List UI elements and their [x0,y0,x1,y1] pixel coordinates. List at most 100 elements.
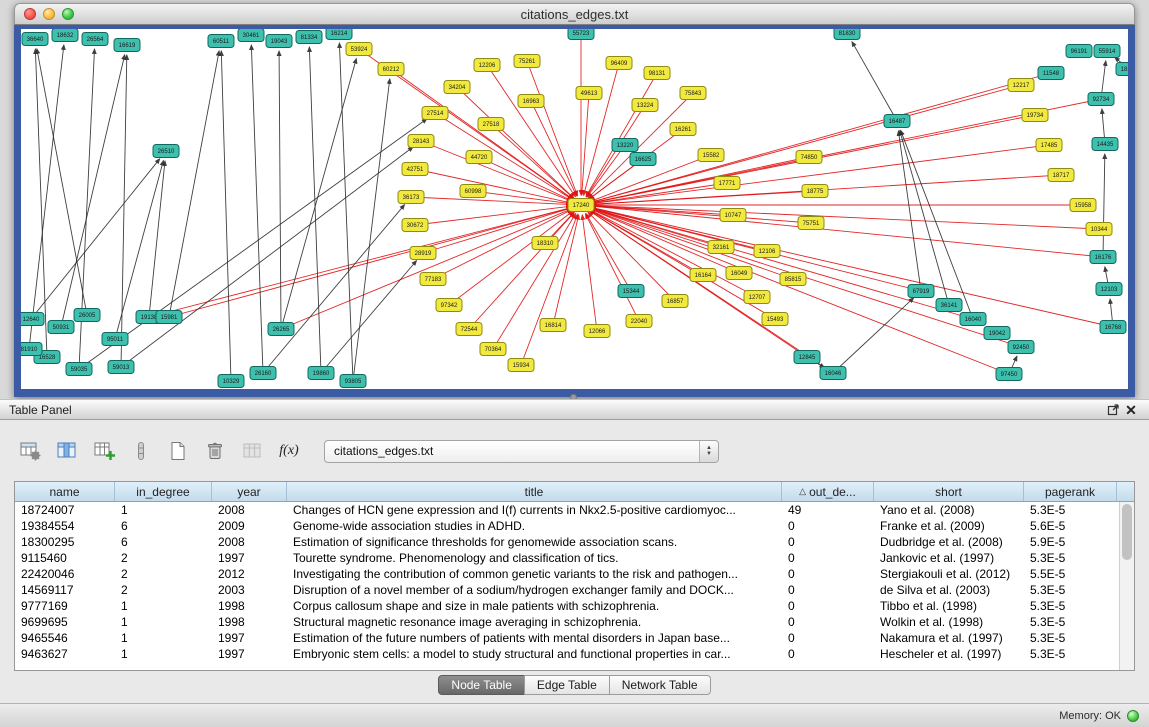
table-selector-dropdown[interactable]: citations_edges.txt ▲▼ [324,440,719,463]
graph-node[interactable]: 19860 [308,367,334,380]
graph-node[interactable]: 36141 [936,299,962,312]
graph-node[interactable]: 17240 [568,199,594,212]
table-row[interactable]: 977716911998Corpus callosum shape and si… [15,598,1134,614]
row-tools-button[interactable] [127,437,155,465]
column-header-short[interactable]: short [874,482,1024,501]
graph-node[interactable]: 55723 [568,29,594,40]
column-header-pagerank[interactable]: pagerank [1024,482,1117,501]
graph-node[interactable]: 81830 [834,29,860,40]
graph-node[interactable]: 12106 [754,245,780,258]
table-row[interactable]: 946554611997Estimation of the future num… [15,630,1134,646]
graph-node[interactable]: 70364 [480,343,506,356]
show-columns-button[interactable] [53,437,81,465]
graph-node[interactable]: 16049 [726,267,752,280]
graph-node[interactable]: 26564 [82,33,108,46]
graph-node[interactable]: 16176 [1090,251,1116,264]
graph-node[interactable]: 26510 [153,145,179,158]
graph-node[interactable]: 36640 [22,33,48,46]
table-mode-button[interactable] [16,437,44,465]
graph-node[interactable]: 15958 [1070,199,1096,212]
graph-node[interactable]: 12206 [474,59,500,72]
graph-node[interactable]: 10747 [720,209,746,222]
graph-node[interactable]: 53924 [346,43,372,56]
graph-node[interactable]: 12103 [1096,283,1122,296]
column-header-year[interactable]: year [212,482,287,501]
graph-node[interactable]: 26160 [250,367,276,380]
graph-node[interactable]: 16814 [540,319,566,332]
graph-node[interactable]: 96409 [606,57,632,70]
create-column-button[interactable] [90,437,118,465]
graph-node[interactable]: 17485 [1036,139,1062,152]
scrollbar-thumb[interactable] [1122,504,1132,560]
graph-node[interactable]: 11548 [1038,67,1064,80]
minimize-window-button[interactable] [43,8,55,20]
graph-node[interactable]: 10329 [218,375,244,388]
graph-node[interactable]: 26005 [74,309,100,322]
graph-node[interactable]: 59035 [66,363,92,376]
graph-node[interactable]: 18632 [52,29,78,42]
graph-node[interactable]: 97342 [436,299,462,312]
graph-node[interactable]: 85815 [780,273,806,286]
graph-node[interactable]: 60998 [460,185,486,198]
graph-node[interactable]: 22040 [626,315,652,328]
tab-edge-table[interactable]: Edge Table [524,675,610,695]
graph-node[interactable]: 60511 [208,35,234,48]
graph-node[interactable]: 19043 [266,35,292,48]
graph-node[interactable]: 30461 [238,29,264,42]
graph-node[interactable]: 16963 [518,95,544,108]
graph-node[interactable]: 18775 [802,185,828,198]
table-row[interactable]: 911546021997Tourette syndrome. Phenomeno… [15,550,1134,566]
table-row[interactable]: 969969511998Structural magnetic resonanc… [15,614,1134,630]
graph-node[interactable]: 16857 [662,295,688,308]
table-row[interactable]: 1938455462009Genome-wide association stu… [15,518,1134,534]
table-row[interactable]: 1830029562008Estimation of significance … [15,534,1134,550]
graph-node[interactable]: 27518 [478,118,504,131]
graph-node[interactable]: 16046 [820,367,846,380]
graph-node[interactable]: 50931 [48,321,74,334]
graph-node[interactable]: 75843 [680,87,706,100]
graph-node[interactable]: 15582 [698,149,724,162]
graph-node[interactable]: 81334 [296,31,322,44]
graph-node[interactable]: 96191 [1066,45,1092,58]
graph-node[interactable]: 18196 [1116,63,1128,76]
graph-node[interactable]: 49613 [576,87,602,100]
graph-node[interactable]: 67919 [908,285,934,298]
graph-node[interactable]: 34204 [444,81,470,94]
graph-node[interactable]: 32161 [708,241,734,254]
table-row[interactable]: 946362711997Embryonic stem cells: a mode… [15,646,1134,662]
function-builder-button[interactable]: f(x) [275,437,303,465]
graph-node[interactable]: 60212 [378,63,404,76]
graph-node[interactable]: 14435 [1092,138,1118,151]
graph-node[interactable]: 12640 [21,313,44,326]
graph-node[interactable]: 15981 [156,311,182,324]
graph-node[interactable]: 16164 [690,269,716,282]
window-titlebar[interactable]: citations_edges.txt [14,3,1135,25]
graph-node[interactable]: 72544 [456,323,482,336]
graph-node[interactable]: 93805 [340,375,366,388]
graph-node[interactable]: 15493 [762,313,788,326]
column-header-in_degree[interactable]: in_degree [115,482,212,501]
graph-node[interactable]: 19042 [984,327,1010,340]
graph-node[interactable]: 28143 [408,135,434,148]
graph-node[interactable]: 44720 [466,151,492,164]
graph-node[interactable]: 16768 [1100,321,1126,334]
table-scrollbar[interactable] [1119,502,1134,670]
graph-node[interactable]: 97450 [996,368,1022,381]
graph-node[interactable]: 16619 [114,39,140,52]
float-panel-button[interactable] [1104,402,1122,418]
graph-node[interactable]: 13220 [612,139,638,152]
graph-node[interactable]: 98131 [644,67,670,80]
graph-node[interactable]: 10344 [1086,223,1112,236]
network-graph-canvas[interactable]: 36640 18632 26564 16619 60511 3046119043 81334… [21,29,1128,389]
graph-node[interactable]: 26265 [268,323,294,336]
graph-node[interactable]: 16625 [630,153,656,166]
graph-node[interactable]: 12217 [1008,79,1034,92]
column-header-title[interactable]: title [287,482,782,501]
graph-node[interactable]: 59013 [108,361,134,374]
import-table-button[interactable] [238,437,266,465]
graph-node[interactable]: 74850 [796,151,822,164]
graph-node[interactable]: 27514 [422,107,448,120]
close-panel-button[interactable]: ✕ [1122,402,1140,418]
new-table-button[interactable] [164,437,192,465]
graph-node[interactable]: 12066 [584,325,610,338]
